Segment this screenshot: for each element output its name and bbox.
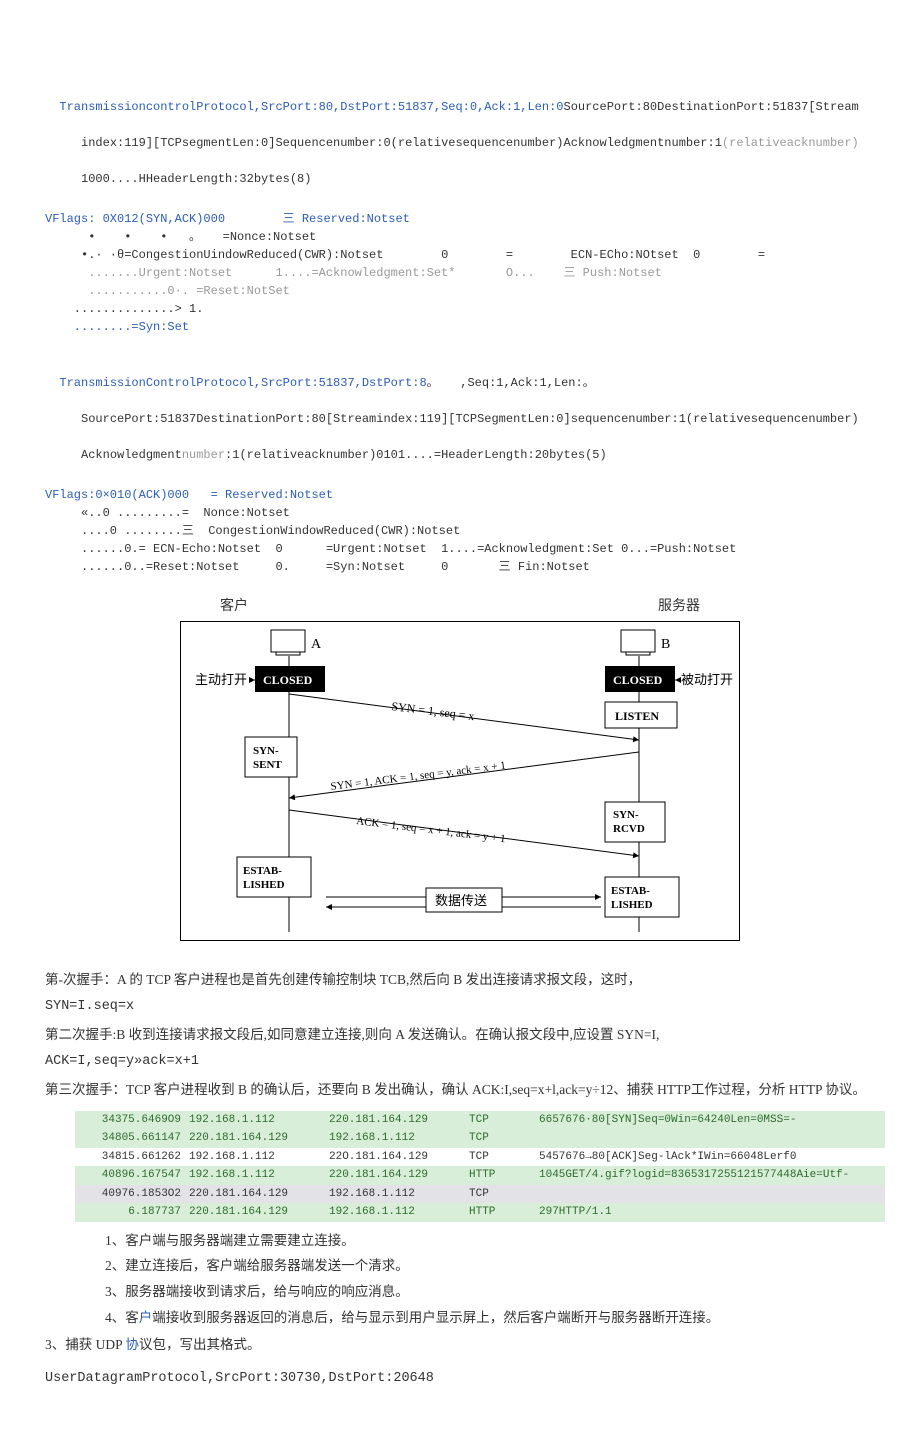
closed-b: CLOSED bbox=[613, 673, 663, 687]
para1b: SYN=I.seq=x bbox=[45, 994, 875, 1020]
tcp1-line1a: TransmissioncontrolProtocol,SrcPort:80,D… bbox=[59, 100, 563, 114]
packet-row: 34805.661147220.181.164.129192.168.1.112… bbox=[75, 1129, 885, 1148]
tcp2-reset: ......0..=Reset:Notset 0. =Syn:Notset 0 … bbox=[45, 560, 590, 574]
handshake-svg: A B CLOSED 主动打开 CLOSED 被动打开 LISTEN SYN- … bbox=[180, 621, 740, 941]
msg-syn1: SYN = 1, seq = x bbox=[391, 699, 476, 723]
tcp1-flags-title: VFlags: 0X012(SYN,ACK)000 三 Reserved:Not… bbox=[45, 212, 410, 226]
passive-open: 被动打开 bbox=[681, 672, 733, 687]
tcp-block-2: TransmissionControlProtocol,SrcPort:5183… bbox=[45, 356, 875, 464]
http-steps-list: 1、客户端与服务器端建立需要建立连接。 2、建立连接后，客户端给服务器端发送一个… bbox=[45, 1228, 875, 1331]
para2: 第二次握手:B 收到连接请求报文段后,如同意建立连接,则向 A 发送确认。在确认… bbox=[45, 1022, 875, 1048]
tcp1-line1b: SourcePort:80DestinationPort:51837[Strea… bbox=[564, 100, 859, 114]
packet-proto: TCP bbox=[465, 1111, 535, 1130]
svg-text:ESTAB-: ESTAB- bbox=[611, 885, 650, 897]
step-3: 3、服务器端接收到请求后，给与响应的响应消息。 bbox=[45, 1279, 875, 1305]
tcp2-flags: VFlags:0×010(ACK)000 = Reserved:Notset «… bbox=[45, 468, 875, 576]
tcp2-line1c: 。 bbox=[583, 376, 595, 390]
packet-dst: 220.181.164.129 bbox=[325, 1111, 465, 1130]
packet-dst: 192.168.1.112 bbox=[325, 1185, 465, 1204]
tcp1-cwr: •.· ·θ=CongestionUindowReduced(CWR):Nots… bbox=[45, 248, 765, 262]
packet-info bbox=[535, 1185, 885, 1204]
svg-text:LISHED: LISHED bbox=[611, 899, 653, 911]
listen: LISTEN bbox=[615, 709, 659, 723]
packet-time: 34805.661147 bbox=[75, 1129, 185, 1148]
para3: 第三次握手：TCP 客户进程收到 B 的确认后，还要向 B 发出确认，确认 AC… bbox=[45, 1077, 875, 1103]
packet-proto: TCP bbox=[465, 1129, 535, 1148]
packet-time: 34815.661262 bbox=[75, 1148, 185, 1167]
tcp2-line3: Acknowledgmentnumber:1(relativeacknumber… bbox=[59, 448, 606, 462]
packet-row: 40976.1853O2220.181.164.129192.168.1.112… bbox=[75, 1185, 885, 1204]
tcp2-cwr: ....0 ........三 CongestionWindowReduced(… bbox=[45, 524, 460, 538]
tcp1-reset: ...........0·. =Reset:NotSet bbox=[45, 284, 290, 298]
tcp1-line2: index:119][TCPsegmentLen:0]Sequencenumbe… bbox=[59, 136, 722, 150]
msg-syn2: SYN = 1, ACK = 1, seq = y, ack = x + 1 bbox=[330, 760, 507, 793]
active-open: 主动打开 bbox=[195, 672, 247, 687]
tcp2-flags-title: VFlags:0×010(ACK)000 = Reserved:Notset bbox=[45, 488, 333, 502]
svg-text:ESTAB-: ESTAB- bbox=[243, 865, 282, 877]
data-transfer: 数据传送 bbox=[435, 893, 487, 908]
footer-line2: UserDatagramProtocol,SrcPort:30730,DstPo… bbox=[45, 1366, 875, 1392]
packet-src: 220.181.164.129 bbox=[185, 1129, 325, 1148]
packet-proto: TCP bbox=[465, 1185, 535, 1204]
msg-ack3: ACK = 1, seq = x + 1, ack = y + 1 bbox=[356, 815, 507, 845]
packet-row: 6.187737220.181.164.129192.168.1.112HTTP… bbox=[75, 1203, 885, 1222]
packet-src: 192.168.1.112 bbox=[185, 1148, 325, 1167]
tcp2-line1b: 。 ,Seq:1,Ack:1,Len: bbox=[427, 376, 583, 390]
packet-src: 192.168.1.112 bbox=[185, 1111, 325, 1130]
packet-table: 34375.6469O9192.168.1.112220.181.164.129… bbox=[75, 1111, 885, 1222]
tcp1-urgent: .......Urgent:Notset 1....=Acknowledgmen… bbox=[45, 266, 662, 280]
svg-text:SYN-: SYN- bbox=[253, 745, 279, 757]
packet-time: 40896.167547 bbox=[75, 1166, 185, 1185]
tcp1-nonce: • • • 。 =Nonce:Notset bbox=[45, 230, 316, 244]
step-2: 2、建立连接后，客户端给服务器端发送一个清求。 bbox=[45, 1253, 875, 1279]
packet-src: 192.168.1.112 bbox=[185, 1166, 325, 1185]
tcp1-line2b: (relativeacknumber) bbox=[722, 136, 859, 150]
packet-time: 40976.1853O2 bbox=[75, 1185, 185, 1204]
tcp2-ecn: ......0.= ECN-Echo:Notset 0 =Urgent:Nots… bbox=[45, 542, 736, 556]
tcp2-nonce: «..0 .........= Nonce:Notset bbox=[45, 506, 290, 520]
packet-dst: 192.168.1.112 bbox=[325, 1203, 465, 1222]
tcp1-dots: ..............> 1. bbox=[45, 302, 203, 316]
packet-info: 6657676·80[SYN]Seq=0Win=64240Len=0MSS=- bbox=[535, 1111, 885, 1130]
client-label: 客户 bbox=[220, 596, 248, 617]
packet-proto: HTTP bbox=[465, 1166, 535, 1185]
tcp1-line3: 1000....HHeaderLength:32bytes(8) bbox=[59, 172, 311, 186]
tcp1-flags: VFlags: 0X012(SYN,ACK)000 三 Reserved:Not… bbox=[45, 192, 875, 336]
packet-proto: TCP bbox=[465, 1148, 535, 1167]
packet-dst: 22O.181.164.129 bbox=[325, 1148, 465, 1167]
svg-text:LISHED: LISHED bbox=[243, 879, 285, 891]
packet-src: 220.181.164.129 bbox=[185, 1185, 325, 1204]
tcp-block-1: TransmissioncontrolProtocol,SrcPort:80,D… bbox=[45, 80, 875, 188]
svg-text:SYN-: SYN- bbox=[613, 809, 639, 821]
tcp2-line2: SourcePort:51837DestinationPort:80[Strea… bbox=[59, 412, 858, 426]
para2b: ACK=I,seq=y»ack=x+1 bbox=[45, 1049, 875, 1075]
packet-row: 34375.6469O9192.168.1.112220.181.164.129… bbox=[75, 1111, 885, 1130]
packet-dst: 220.181.164.129 bbox=[325, 1166, 465, 1185]
svg-text:RCVD: RCVD bbox=[613, 823, 645, 835]
closed-a: CLOSED bbox=[263, 673, 313, 687]
label-A: A bbox=[311, 637, 322, 652]
packet-time: 6.187737 bbox=[75, 1203, 185, 1222]
para1: 第-次握手：A 的 TCP 客户进程也是首先创建传输控制块 TCB,然后向 B … bbox=[45, 967, 875, 993]
packet-proto: HTTP bbox=[465, 1203, 535, 1222]
packet-row: 34815.661262192.168.1.11222O.181.164.129… bbox=[75, 1148, 885, 1167]
packet-src: 220.181.164.129 bbox=[185, 1203, 325, 1222]
step-4: 4、客户端接收到服务器返回的消息后，给与显示到用户显示屏上，然后客户端断开与服务… bbox=[45, 1305, 875, 1331]
footer-line1: 3、捕获 UDP 协议包，写出其格式。 bbox=[45, 1332, 875, 1358]
packet-info bbox=[535, 1129, 885, 1148]
tcp1-syn: ........=Syn:Set bbox=[45, 320, 189, 334]
packet-dst: 192.168.1.112 bbox=[325, 1129, 465, 1148]
label-B: B bbox=[661, 637, 670, 652]
step-1: 1、客户端与服务器端建立需要建立连接。 bbox=[45, 1228, 875, 1254]
packet-info: 297HTTP/1.1 bbox=[535, 1203, 885, 1222]
tcp-handshake-diagram: 客户 服务器 A B CLOSED 主动打开 CLOSED 被动打开 LISTE… bbox=[180, 596, 740, 947]
packet-row: 40896.167547192.168.1.112220.181.164.129… bbox=[75, 1166, 885, 1185]
packet-info: 1045GET/4.gif?logid=8365317255121577448A… bbox=[535, 1166, 885, 1185]
packet-info: 5457676→80[ACK]Seg-lAck*IWin=66048Lerf0 bbox=[535, 1148, 885, 1167]
tcp2-line1a: TransmissionControlProtocol,SrcPort:5183… bbox=[59, 376, 426, 390]
packet-time: 34375.6469O9 bbox=[75, 1111, 185, 1130]
svg-text:SENT: SENT bbox=[253, 759, 282, 771]
server-label: 服务器 bbox=[658, 596, 700, 617]
